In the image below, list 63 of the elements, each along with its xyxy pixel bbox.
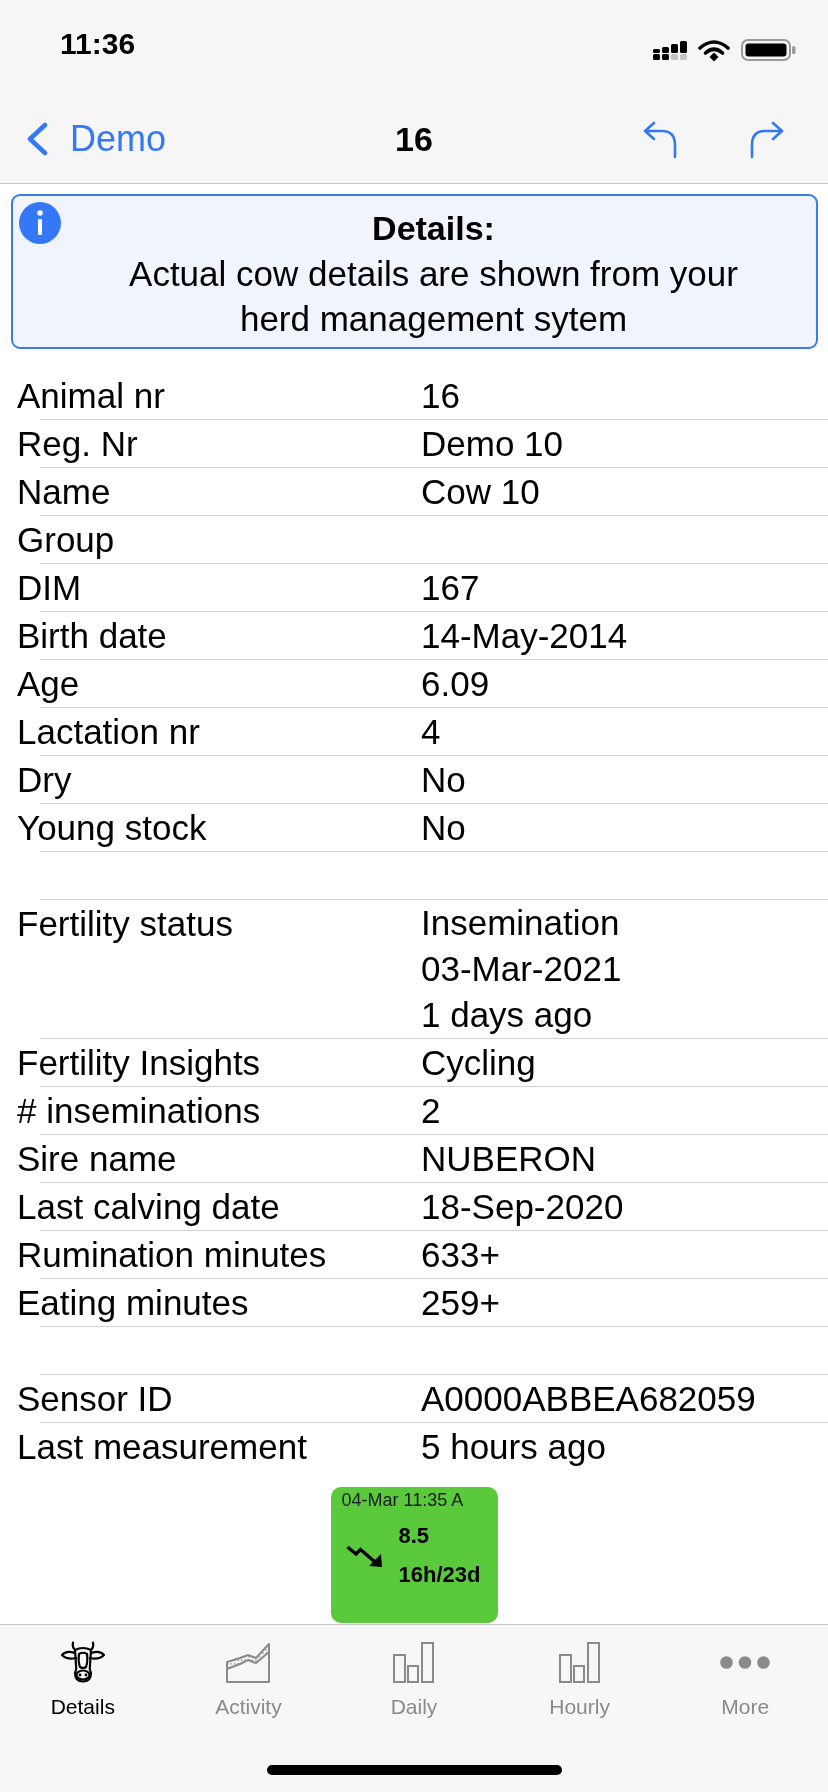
field-value: 18-Sep-2020 bbox=[421, 1186, 624, 1228]
battery-icon bbox=[741, 39, 796, 61]
cow-head-icon bbox=[59, 1641, 106, 1683]
field-label: Sire name bbox=[17, 1138, 178, 1180]
signal-icon bbox=[653, 40, 687, 60]
field-value: 16 bbox=[421, 375, 460, 417]
field-label: DIM bbox=[17, 567, 83, 609]
banner-title: Details: bbox=[372, 208, 495, 249]
wifi-icon bbox=[698, 38, 730, 62]
field-value: 03-Mar-2021 bbox=[421, 948, 622, 990]
more-icon bbox=[720, 1655, 771, 1669]
field-label: Last calving date bbox=[17, 1186, 281, 1228]
bar-chart-icon bbox=[558, 1641, 601, 1683]
field-label: Group bbox=[17, 519, 116, 561]
field-label: Eating minutes bbox=[17, 1282, 250, 1324]
field-label: Lactation nr bbox=[17, 711, 201, 753]
field-value: Demo 10 bbox=[421, 423, 564, 465]
tab-button[interactable]: Hourly bbox=[496, 1641, 663, 1719]
tile-value: 8.5 bbox=[398, 1522, 431, 1550]
field-label: Fertility status bbox=[17, 903, 234, 945]
tab-button[interactable]: More bbox=[662, 1641, 828, 1719]
field-value: A0000ABBEA682059 bbox=[421, 1378, 756, 1420]
field-value: 1 days ago bbox=[421, 994, 594, 1036]
info-icon bbox=[19, 202, 61, 244]
field-label: Last measurement bbox=[17, 1426, 308, 1468]
back-button[interactable]: Demo bbox=[25, 116, 167, 161]
field-value: Cycling bbox=[421, 1042, 536, 1084]
area-chart-icon bbox=[226, 1641, 271, 1683]
tile-timestamp: 04-Mar 11:35 A bbox=[341, 1490, 465, 1510]
field-value: 4 bbox=[421, 711, 441, 753]
field-label: Age bbox=[17, 663, 81, 705]
field-value: NUBERON bbox=[421, 1138, 597, 1180]
field-label: # inseminations bbox=[17, 1090, 262, 1132]
field-value: Cow 10 bbox=[421, 471, 540, 513]
field-value: 5 hours ago bbox=[421, 1426, 606, 1468]
field-value: 14-May-2014 bbox=[421, 615, 628, 657]
field-label: Dry bbox=[17, 759, 73, 801]
field-value: No bbox=[421, 807, 466, 849]
nav-title: 16 bbox=[395, 118, 433, 160]
tile-period: 16h/23d bbox=[398, 1561, 481, 1589]
bar-chart-icon bbox=[393, 1641, 435, 1683]
field-label: Sensor ID bbox=[17, 1378, 174, 1420]
chevron-left-icon bbox=[25, 121, 49, 156]
field-label: Animal nr bbox=[17, 375, 166, 417]
field-label: Reg. Nr bbox=[17, 423, 139, 465]
field-label: Rumination minutes bbox=[17, 1234, 328, 1276]
banner-message: Actual cow details are shown from your herd management sytem bbox=[128, 253, 739, 340]
tab-button[interactable]: Daily bbox=[331, 1641, 497, 1719]
field-value: 2 bbox=[421, 1090, 441, 1132]
field-label: Birth date bbox=[17, 615, 168, 657]
field-value: 6.09 bbox=[421, 663, 490, 705]
field-value: 167 bbox=[421, 567, 480, 609]
field-label: Fertility Insights bbox=[17, 1042, 262, 1084]
field-label: Young stock bbox=[17, 807, 208, 849]
field-value: No bbox=[421, 759, 466, 801]
field-value: 259+ bbox=[421, 1282, 500, 1324]
field-value: Insemination bbox=[421, 902, 621, 944]
field-value: 633+ bbox=[421, 1234, 500, 1276]
status-time: 11:36 bbox=[60, 26, 136, 62]
zigzag-arrow-icon bbox=[345, 1543, 383, 1567]
tab-button[interactable]: Activity bbox=[165, 1641, 332, 1719]
tab-button[interactable]: Details bbox=[0, 1641, 166, 1719]
field-label: Name bbox=[17, 471, 112, 513]
